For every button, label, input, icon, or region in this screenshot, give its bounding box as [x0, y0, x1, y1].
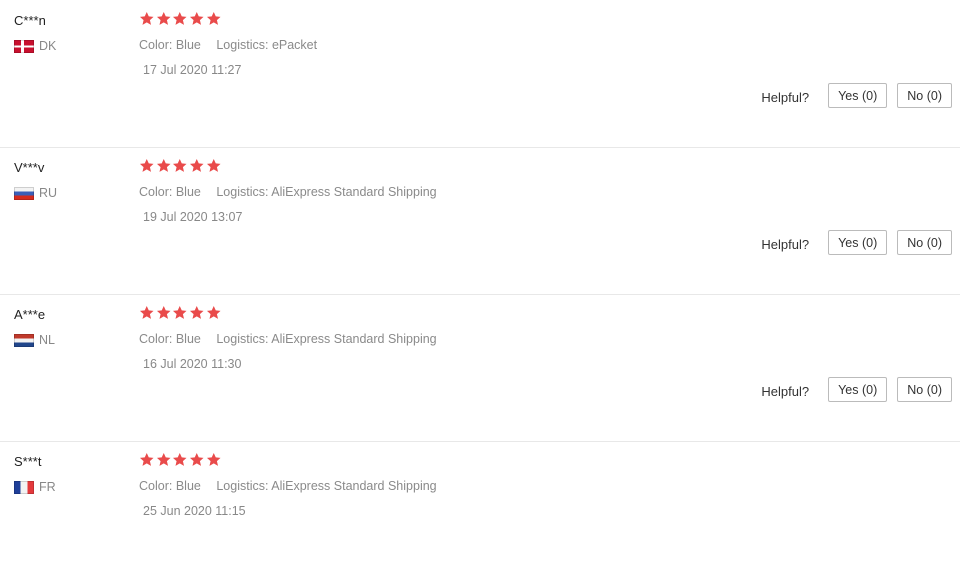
helpful-controls: Helpful? Yes (0) No (0): [761, 83, 952, 108]
flag-fr-icon: [14, 480, 34, 494]
reviews-list: C***n DK Color: Blue Logistics: ePacket …: [0, 0, 977, 530]
color-label: Color:: [139, 479, 173, 493]
country-code: RU: [39, 186, 58, 200]
color-value: Blue: [175, 332, 201, 346]
country-code: NL: [39, 333, 55, 347]
star-icon: [156, 305, 171, 319]
order-info: Color: Blue Logistics: ePacket: [139, 38, 329, 52]
color-value: Blue: [175, 185, 201, 199]
review-date: 25 Jun 2020 11:15: [143, 504, 246, 518]
star-icon: [190, 452, 204, 466]
reviewer-name: A***e: [14, 307, 46, 322]
order-info: Color: Blue Logistics: AliExpress Standa…: [139, 479, 449, 493]
color-label: Color:: [139, 185, 173, 199]
star-icon: [206, 452, 221, 466]
star-icon: [156, 11, 171, 25]
helpful-no-button[interactable]: No (0): [897, 377, 952, 402]
logistics-value: AliExpress Standard Shipping: [271, 185, 437, 199]
star-icon: [206, 11, 221, 25]
reviewer-name: V***v: [14, 160, 45, 175]
review-item: S***t FR Color: Blue Logistics: AliExpre…: [0, 441, 960, 588]
star-rating: [139, 11, 221, 27]
star-icon: [190, 11, 204, 25]
logistics-value: AliExpress Standard Shipping: [271, 332, 437, 346]
star-rating: [139, 158, 221, 174]
helpful-no-button[interactable]: No (0): [897, 83, 952, 108]
review-date: 16 Jul 2020 11:30: [143, 357, 242, 371]
star-icon: [139, 11, 154, 25]
star-icon: [173, 158, 187, 172]
order-info: Color: Blue Logistics: AliExpress Standa…: [139, 332, 449, 346]
logistics-value: ePacket: [271, 38, 318, 52]
helpful-label: Helpful?: [761, 237, 810, 252]
reviewer-name: C***n: [14, 13, 46, 28]
helpful-label: Helpful?: [761, 90, 810, 105]
star-icon: [139, 158, 154, 172]
order-info: Color: Blue Logistics: AliExpress Standa…: [139, 185, 449, 199]
star-icon: [190, 305, 204, 319]
color-label: Color:: [139, 38, 173, 52]
logistics-label: Logistics:: [216, 332, 269, 346]
reviewer-name: S***t: [14, 454, 42, 469]
star-icon: [139, 305, 154, 319]
logistics-label: Logistics:: [216, 38, 269, 52]
country-code: DK: [39, 39, 57, 53]
review-item: C***n DK Color: Blue Logistics: ePacket …: [0, 0, 960, 148]
star-icon: [206, 305, 221, 319]
color-value: Blue: [175, 479, 201, 493]
star-icon: [156, 158, 171, 172]
star-rating: [139, 452, 221, 468]
logistics-label: Logistics:: [216, 185, 269, 199]
reviewer-country: NL: [14, 333, 55, 347]
star-icon: [173, 452, 187, 466]
star-icon: [173, 11, 187, 25]
star-icon: [139, 452, 154, 466]
color-label: Color:: [139, 332, 173, 346]
helpful-controls: Helpful? Yes (0) No (0): [761, 230, 952, 255]
review-item: V***v RU Color: Blue Logistics: AliExpre…: [0, 147, 960, 295]
reviewer-country: FR: [14, 480, 56, 494]
review-date: 17 Jul 2020 11:27: [143, 63, 242, 77]
color-value: Blue: [175, 38, 201, 52]
helpful-controls: Helpful? Yes (0) No (0): [761, 377, 952, 402]
flag-nl-icon: [14, 333, 34, 347]
helpful-yes-button[interactable]: Yes (0): [828, 230, 888, 255]
helpful-yes-button[interactable]: Yes (0): [828, 377, 888, 402]
helpful-label: Helpful?: [761, 384, 810, 399]
reviewer-country: DK: [14, 39, 56, 53]
star-icon: [206, 158, 221, 172]
logistics-label: Logistics:: [216, 479, 269, 493]
review-date: 19 Jul 2020 13:07: [143, 210, 243, 224]
helpful-no-button[interactable]: No (0): [897, 230, 952, 255]
flag-ru-icon: [14, 186, 34, 200]
helpful-yes-button[interactable]: Yes (0): [828, 83, 888, 108]
review-item: A***e NL Color: Blue Logistics: AliExpre…: [0, 294, 960, 442]
star-rating: [139, 305, 221, 321]
reviewer-country: RU: [14, 186, 57, 200]
country-code: FR: [39, 480, 56, 494]
star-icon: [190, 158, 204, 172]
flag-dk-icon: [14, 39, 34, 53]
star-icon: [156, 452, 171, 466]
logistics-value: AliExpress Standard Shipping: [271, 479, 437, 493]
star-icon: [173, 305, 187, 319]
